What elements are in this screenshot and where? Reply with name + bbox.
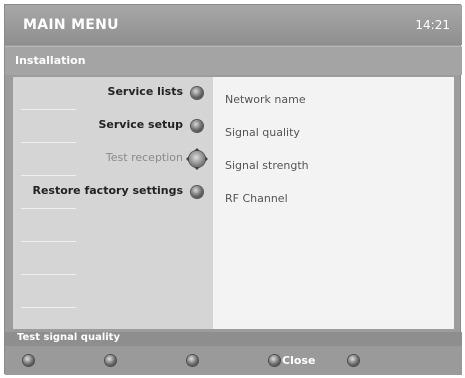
status-bar: Test signal quality	[5, 332, 462, 346]
menu-content: Service lists Service setup Test recepti…	[13, 77, 454, 329]
detail-signal-quality: Signal quality	[225, 126, 300, 139]
empty-row	[13, 275, 213, 308]
title-bar: MAIN MENU 14:21	[5, 5, 462, 45]
divider	[21, 307, 76, 308]
clock: 14:21	[415, 18, 450, 32]
color-key-icon	[105, 355, 116, 366]
section-header: Installation	[5, 46, 462, 75]
color-key-icon	[187, 355, 198, 366]
status-text: Test signal quality	[17, 332, 120, 343]
detail-signal-strength: Signal strength	[225, 159, 309, 172]
menu-item-label: Restore factory settings	[32, 184, 183, 197]
navigation-pad-icon	[186, 148, 208, 170]
menu-item-label: Service lists	[107, 85, 183, 98]
menu-item-restore-factory-settings[interactable]: Restore factory settings	[13, 176, 213, 209]
color-key-icon	[269, 355, 280, 366]
tv-menu-window: MAIN MENU 14:21 Installation Service lis…	[4, 4, 462, 375]
menu-item-label: Test reception	[105, 151, 183, 164]
close-label: Close	[282, 354, 316, 367]
color-key-icon	[348, 355, 359, 366]
menu-item-service-lists[interactable]: Service lists	[13, 77, 213, 110]
remote-button-icon	[191, 120, 203, 132]
remote-button-icon	[191, 87, 203, 99]
menu-item-service-setup[interactable]: Service setup	[13, 110, 213, 143]
remote-button-icon	[191, 186, 203, 198]
empty-row	[13, 242, 213, 275]
detail-network-name: Network name	[225, 93, 306, 106]
menu-list: Service lists Service setup Test recepti…	[13, 77, 213, 329]
empty-row	[13, 209, 213, 242]
section-title: Installation	[15, 54, 86, 67]
page-title: MAIN MENU	[23, 17, 119, 33]
detail-rf-channel: RF Channel	[225, 192, 288, 205]
footer-keys: Close	[5, 346, 462, 375]
color-key-icon	[23, 355, 34, 366]
menu-item-label: Service setup	[98, 118, 183, 131]
menu-item-test-reception[interactable]: Test reception	[13, 143, 213, 176]
